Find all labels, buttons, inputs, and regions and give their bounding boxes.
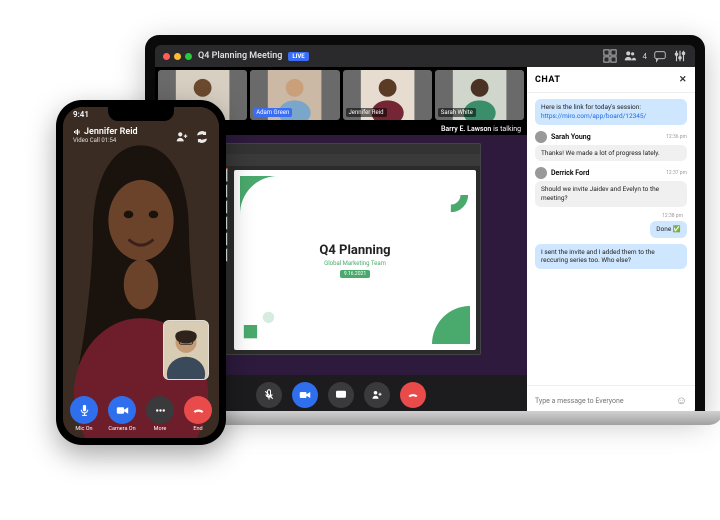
chat-bubble: Thanks! We made a lot of progress lately… bbox=[535, 145, 687, 162]
mic-button[interactable] bbox=[70, 396, 98, 424]
self-view-pip[interactable] bbox=[163, 320, 209, 380]
camera-button[interactable] bbox=[108, 396, 136, 424]
share-screen-button[interactable] bbox=[328, 382, 354, 408]
chat-message: 12:38 pm Done ✅ bbox=[535, 213, 687, 238]
talking-suffix: is talking bbox=[491, 125, 521, 133]
control-label: Mic On bbox=[75, 426, 92, 432]
chat-text: Here is the link for today's session: bbox=[541, 103, 641, 111]
participant-thumb[interactable]: Sarah White bbox=[435, 70, 524, 120]
chat-heading: CHAT bbox=[535, 75, 560, 85]
swap-camera-icon[interactable] bbox=[195, 129, 209, 143]
participant-thumb[interactable]: Adam Green bbox=[250, 70, 339, 120]
chat-timestamp: 12:38 pm bbox=[662, 213, 683, 219]
phone-screen: 9:41 Jennifer Reid Video Call 01:54 bbox=[63, 107, 219, 438]
end-call-button[interactable] bbox=[184, 396, 212, 424]
participant-name-label: Sarah White bbox=[438, 108, 476, 117]
camera-button[interactable] bbox=[292, 382, 318, 408]
presentation-body: Q4 Planning Global Marketing Team 9.16.2… bbox=[202, 166, 481, 353]
chat-message: I sent the invite and I added them to th… bbox=[535, 244, 687, 270]
chat-timestamp: 12:37 pm bbox=[666, 170, 687, 176]
chat-link[interactable]: https://miro.com/app/board/12345/ bbox=[541, 112, 646, 120]
participant-thumb[interactable]: Jennifer Reid bbox=[343, 70, 432, 120]
add-participant-button[interactable] bbox=[364, 382, 390, 408]
control-label: Camera On bbox=[108, 426, 135, 432]
live-badge: LIVE bbox=[288, 52, 308, 61]
call-header: Jennifer Reid Video Call 01:54 bbox=[63, 127, 219, 144]
slide-date: 9.16.2021 bbox=[340, 270, 370, 278]
chat-message: Here is the link for today's session: ht… bbox=[535, 99, 687, 125]
participant-name-label: Adam Green bbox=[253, 108, 292, 117]
chat-message: Derrick Ford 12:37 pm Should we invite J… bbox=[535, 167, 687, 207]
chat-input[interactable] bbox=[535, 397, 670, 405]
phone-notch bbox=[108, 107, 174, 121]
chat-msg-header: Sarah Young 12:36 pm bbox=[535, 131, 687, 143]
talking-name: Barry E. Lawson bbox=[441, 125, 491, 133]
chat-bubble: I sent the invite and I added them to th… bbox=[535, 244, 687, 270]
presentation-ribbon bbox=[202, 154, 481, 166]
chat-panel: CHAT ✕ Here is the link for today's sess… bbox=[527, 67, 695, 415]
participant-name-label: Jennifer Reid bbox=[346, 108, 387, 117]
settings-sliders-icon[interactable] bbox=[673, 49, 687, 63]
laptop-screen: Q4 Planning Meeting LIVE 4 bbox=[145, 35, 705, 415]
slide-subtitle: Global Marketing Team bbox=[324, 260, 386, 267]
avatar bbox=[535, 167, 547, 179]
call-status: Video Call 01:54 bbox=[73, 137, 138, 144]
current-slide: Q4 Planning Global Marketing Team 9.16.2… bbox=[234, 170, 477, 349]
chat-sender: Derrick Ford bbox=[551, 169, 589, 177]
chat-timestamp: 12:36 pm bbox=[666, 134, 687, 140]
more-button[interactable] bbox=[146, 396, 174, 424]
close-window-icon[interactable] bbox=[163, 53, 170, 60]
participants-icon[interactable] bbox=[623, 49, 637, 63]
chat-messages[interactable]: Here is the link for today's session: ht… bbox=[527, 93, 695, 385]
end-call-button[interactable] bbox=[400, 382, 426, 408]
app-titlebar: Q4 Planning Meeting LIVE 4 bbox=[155, 45, 695, 67]
add-participant-icon[interactable] bbox=[175, 129, 189, 143]
avatar bbox=[535, 131, 547, 143]
app-body: Adam Green Jennifer Reid Sarah White bbox=[155, 67, 695, 415]
slide-title: Q4 Planning bbox=[319, 243, 390, 258]
close-icon[interactable]: ✕ bbox=[679, 75, 687, 85]
chat-bubble: Here is the link for today's session: ht… bbox=[535, 99, 687, 125]
chat-msg-header: Derrick Ford 12:37 pm bbox=[535, 167, 687, 179]
primary-video[interactable] bbox=[63, 107, 219, 438]
caller-name: Jennifer Reid bbox=[73, 127, 138, 137]
presentation-window[interactable]: Q4 Planning Global Marketing Team 9.16.2… bbox=[201, 143, 482, 354]
minimize-window-icon[interactable] bbox=[174, 53, 181, 60]
control-label: End bbox=[193, 426, 202, 432]
window-traffic-lights[interactable] bbox=[163, 53, 192, 60]
chat-icon[interactable] bbox=[653, 49, 667, 63]
chat-message: Sarah Young 12:36 pm Thanks! We made a l… bbox=[535, 131, 687, 162]
status-time: 9:41 bbox=[73, 110, 89, 119]
chat-header: CHAT ✕ bbox=[527, 67, 695, 93]
grid-view-icon[interactable] bbox=[603, 49, 617, 63]
phone-call-controls: Mic On Camera On More End bbox=[63, 396, 219, 432]
presentation-titlebar bbox=[202, 144, 481, 154]
laptop-device: Q4 Planning Meeting LIVE 4 bbox=[145, 35, 705, 415]
mute-button[interactable] bbox=[256, 382, 282, 408]
chat-bubble: Should we invite Jaidev and Evelyn to th… bbox=[535, 181, 687, 207]
control-label: More bbox=[154, 426, 167, 432]
participant-count: 4 bbox=[643, 52, 648, 61]
meeting-app-window: Q4 Planning Meeting LIVE 4 bbox=[155, 45, 695, 415]
phone-device: 9:41 Jennifer Reid Video Call 01:54 bbox=[56, 100, 226, 445]
chat-sender: Sarah Young bbox=[551, 133, 591, 141]
meeting-title: Q4 Planning Meeting bbox=[198, 51, 282, 61]
chat-bubble: Done ✅ bbox=[650, 221, 687, 238]
maximize-window-icon[interactable] bbox=[185, 53, 192, 60]
emoji-icon[interactable]: ☺ bbox=[676, 394, 687, 407]
